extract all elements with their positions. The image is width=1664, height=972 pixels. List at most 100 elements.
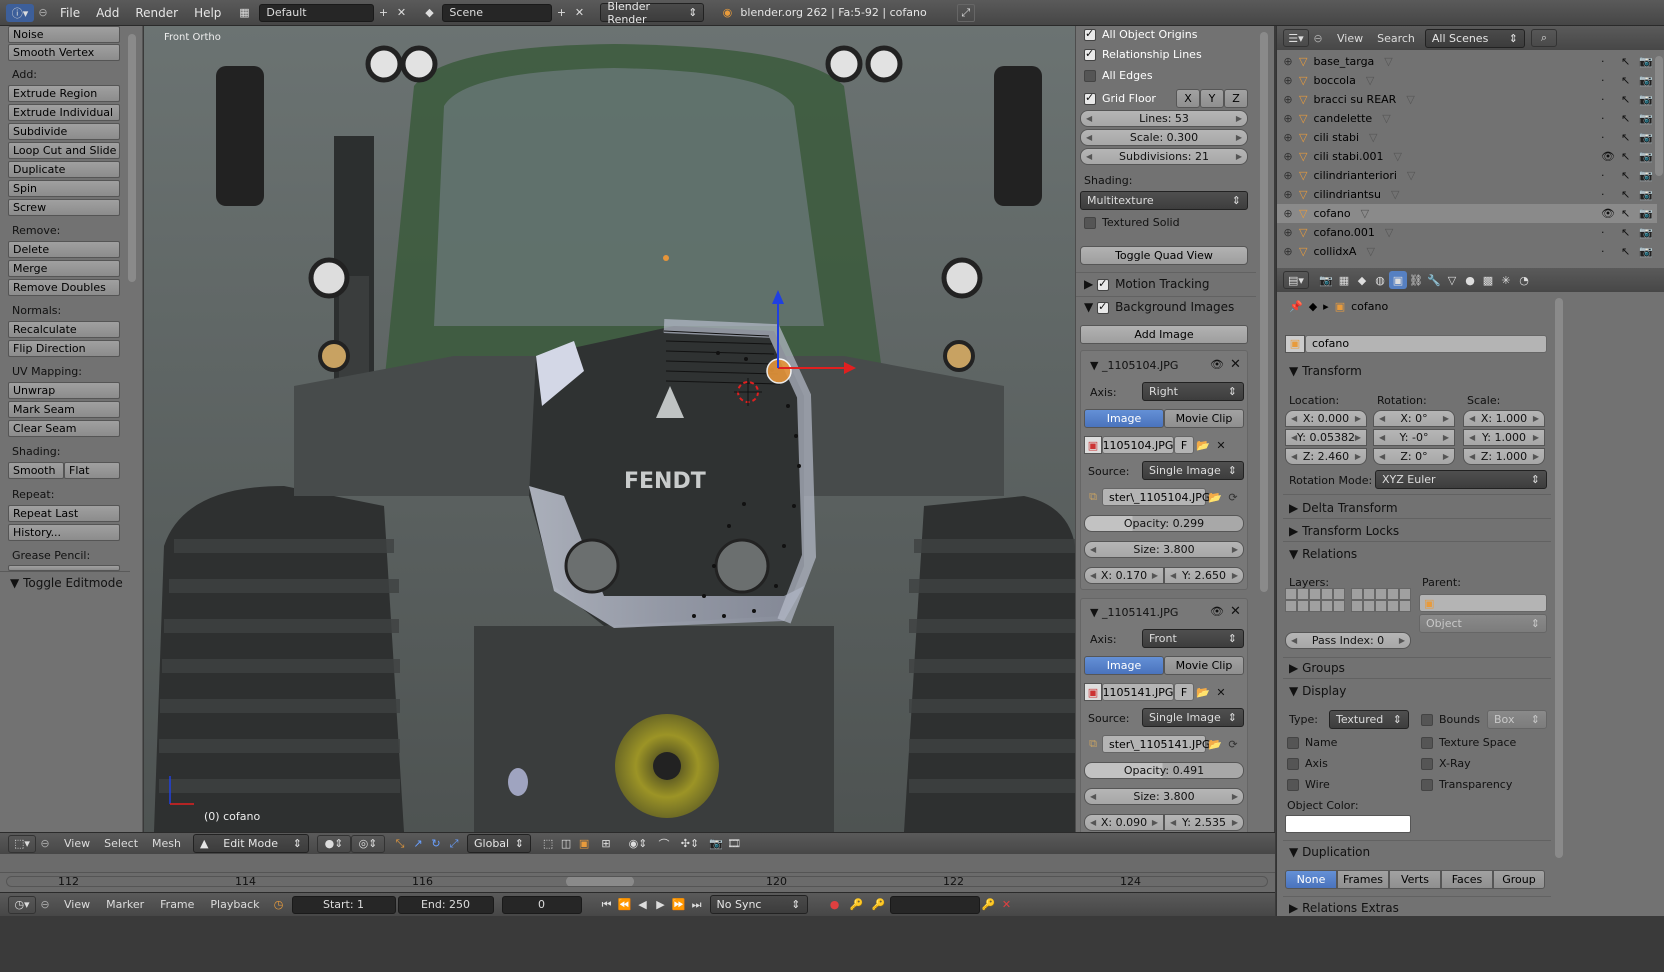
add-layout-icon[interactable]: + xyxy=(374,4,392,22)
rotation-field[interactable]: ◀ Z: 0° ▶ xyxy=(1373,448,1455,465)
duplication-option-verts[interactable]: Verts xyxy=(1389,870,1441,889)
properties-scrollbar[interactable] xyxy=(1555,298,1563,858)
manipulator-icon[interactable]: ⤡ xyxy=(391,835,409,853)
layout-field[interactable]: Default xyxy=(259,3,375,22)
expand-icon[interactable]: ⊕ xyxy=(1277,55,1299,68)
expand-icon[interactable]: ⊕ xyxy=(1277,226,1299,239)
display-mode-dropdown[interactable]: All Scenes ⇕ xyxy=(1424,28,1525,48)
scale-icon[interactable]: ⤢ xyxy=(445,835,463,853)
restrict-select-icon[interactable]: ↖ xyxy=(1621,150,1639,163)
scale-field[interactable]: ◀ X: 1.000 ▶ xyxy=(1463,410,1545,427)
unwrap-button[interactable]: Unwrap xyxy=(8,382,120,399)
expand-icon[interactable]: ⊕ xyxy=(1277,112,1299,125)
eye-icon[interactable]: · xyxy=(1601,245,1621,258)
fake-user-toggle[interactable]: F xyxy=(1174,683,1194,701)
outliner-row[interactable]: ⊕ ▽ cilindrianteriori ▽ · ↖ 📷 xyxy=(1277,166,1657,185)
menu-help[interactable]: Help xyxy=(194,6,221,20)
render-context-icon[interactable]: 📷 xyxy=(1317,271,1335,289)
outliner-row[interactable]: ⊕ ▽ boccola ▽ · ↖ 📷 xyxy=(1277,71,1657,90)
material-context-icon[interactable]: ● xyxy=(1461,271,1479,289)
smooth-vertex-button[interactable]: Smooth Vertex xyxy=(8,44,120,61)
eye-icon[interactable]: · xyxy=(1601,112,1621,125)
parent-type-dropdown[interactable]: Object ⇕ xyxy=(1419,614,1547,633)
image-2-header[interactable]: ▼ _1105141.JPG xyxy=(1090,606,1178,619)
expand-icon[interactable]: ⊕ xyxy=(1277,150,1299,163)
toggle-editmode-panel[interactable]: ▼ Toggle Editmode xyxy=(10,576,123,590)
pivot-point-icon[interactable]: ◎⇕ xyxy=(351,834,386,853)
world-context-icon[interactable]: ◍ xyxy=(1371,271,1389,289)
motion-tracking-panel[interactable]: ▶ Motion Tracking xyxy=(1084,277,1210,292)
location-field[interactable]: ◀ Y: 0.05382 ▶ xyxy=(1285,429,1367,446)
physics-context-icon[interactable]: ◔ xyxy=(1515,271,1533,289)
layer-button[interactable] xyxy=(1387,600,1399,612)
outliner-view-menu[interactable]: View xyxy=(1337,32,1363,45)
layer-button[interactable] xyxy=(1387,588,1399,600)
render-still-icon[interactable]: 📷 xyxy=(707,835,725,853)
outliner-row[interactable]: ⊕ ▽ cofano.001 ▽ · ↖ 📷 xyxy=(1277,223,1657,242)
image-1-header[interactable]: ▼ _1105104.JPG xyxy=(1090,359,1178,372)
unlink-icon[interactable]: ✕ xyxy=(1212,436,1230,454)
restrict-render-icon[interactable]: 📷 xyxy=(1639,188,1657,201)
restrict-select-icon[interactable]: ↖ xyxy=(1621,131,1639,144)
image-1-file-field[interactable]: 1105104.JPG xyxy=(1102,436,1174,454)
collapse-icon[interactable]: ⊖ xyxy=(36,835,54,853)
constraints-context-icon[interactable]: ⛓ xyxy=(1407,271,1425,289)
properties-region-scrollbar[interactable] xyxy=(1260,32,1268,592)
image-2-source-dropdown[interactable]: Single Image ⇕ xyxy=(1142,708,1244,727)
close-icon[interactable]: ✕ xyxy=(1230,357,1241,372)
outliner-scrollbar[interactable] xyxy=(1655,56,1663,176)
clear-seam-button[interactable]: Clear Seam xyxy=(8,420,120,437)
image-1-source-dropdown[interactable]: Single Image ⇕ xyxy=(1142,461,1244,480)
restrict-select-icon[interactable]: ↖ xyxy=(1621,226,1639,239)
restrict-select-icon[interactable]: ↖ xyxy=(1621,93,1639,106)
image-1-x-field[interactable]: ◀ X: 0.170 ▶ xyxy=(1084,567,1164,584)
duplication-option-faces[interactable]: Faces xyxy=(1441,870,1493,889)
repeat-last-button[interactable]: Repeat Last xyxy=(8,505,120,522)
modifiers-context-icon[interactable]: 🔧 xyxy=(1425,271,1443,289)
restrict-render-icon[interactable]: 📷 xyxy=(1639,245,1657,258)
restrict-select-icon[interactable]: ↖ xyxy=(1621,112,1639,125)
image-1-movieclip-tab[interactable]: Movie Clip xyxy=(1164,409,1244,428)
image-2-axis-dropdown[interactable]: Front ⇕ xyxy=(1142,629,1244,648)
outliner-row[interactable]: ⊕ ▽ cili stabi.001 ▽ 👁 ↖ 📷 xyxy=(1277,147,1657,166)
eye-icon[interactable]: · xyxy=(1601,55,1621,68)
layer-button[interactable] xyxy=(1351,600,1363,612)
duplication-panel-header[interactable]: ▼ Duplication xyxy=(1289,845,1370,859)
insert-keyframe-icon[interactable]: 🔑 xyxy=(980,896,998,914)
duplicate-button[interactable]: Duplicate xyxy=(8,161,120,178)
render-animation-icon[interactable]: 🎞 xyxy=(725,835,743,853)
transform-panel-header[interactable]: ▼ Transform xyxy=(1289,364,1362,378)
close-icon[interactable]: ✕ xyxy=(1230,604,1241,619)
active-keying-set-field[interactable] xyxy=(889,895,980,914)
eye-icon[interactable]: 👁 xyxy=(1210,358,1224,371)
menu-file[interactable]: File xyxy=(60,6,80,20)
edge-select-icon[interactable]: ◫ xyxy=(557,835,575,853)
layout-icon[interactable]: ▦ xyxy=(235,4,253,22)
layer-button[interactable] xyxy=(1321,588,1333,600)
layer-button[interactable] xyxy=(1333,600,1345,612)
menu-add[interactable]: Add xyxy=(96,6,119,20)
outliner-editor-type-icon[interactable]: ☰▾ xyxy=(1283,29,1309,47)
proportional-edit-icon[interactable]: ◉⇕ xyxy=(621,835,655,853)
layer-button[interactable] xyxy=(1351,588,1363,600)
grid-axis-z-button[interactable]: Z xyxy=(1224,89,1248,108)
background-images-panel[interactable]: ▼ Background Images xyxy=(1084,300,1234,315)
unlink-icon[interactable]: ✕ xyxy=(1212,683,1230,701)
timeline-view-menu[interactable]: View xyxy=(64,898,90,911)
scene-icon[interactable]: ◆ xyxy=(420,4,438,22)
shading-mode-dropdown[interactable]: Multitexture ⇕ xyxy=(1080,191,1248,210)
eye-icon[interactable]: 👁 xyxy=(1601,207,1621,220)
xray-toggle[interactable]: X-Ray xyxy=(1421,757,1471,770)
merge-button[interactable]: Merge xyxy=(8,260,120,277)
delta-transform-panel[interactable]: ▶ Delta Transform xyxy=(1289,501,1398,515)
eye-icon[interactable]: · xyxy=(1601,188,1621,201)
timeline-scroll-track[interactable] xyxy=(6,876,1268,887)
select-menu[interactable]: Select xyxy=(104,837,138,850)
expand-icon[interactable]: ⊕ xyxy=(1277,188,1299,201)
jump-end-icon[interactable]: ⏭ xyxy=(688,896,706,914)
outliner-row[interactable]: ⊕ ▽ bracci su REAR ▽ · ↖ 📷 xyxy=(1277,90,1657,109)
smooth-button[interactable]: Smooth xyxy=(8,462,64,479)
add-image-button[interactable]: Add Image xyxy=(1080,325,1248,344)
particles-context-icon[interactable]: ✳ xyxy=(1497,271,1515,289)
render-layers-context-icon[interactable]: ▦ xyxy=(1335,271,1353,289)
